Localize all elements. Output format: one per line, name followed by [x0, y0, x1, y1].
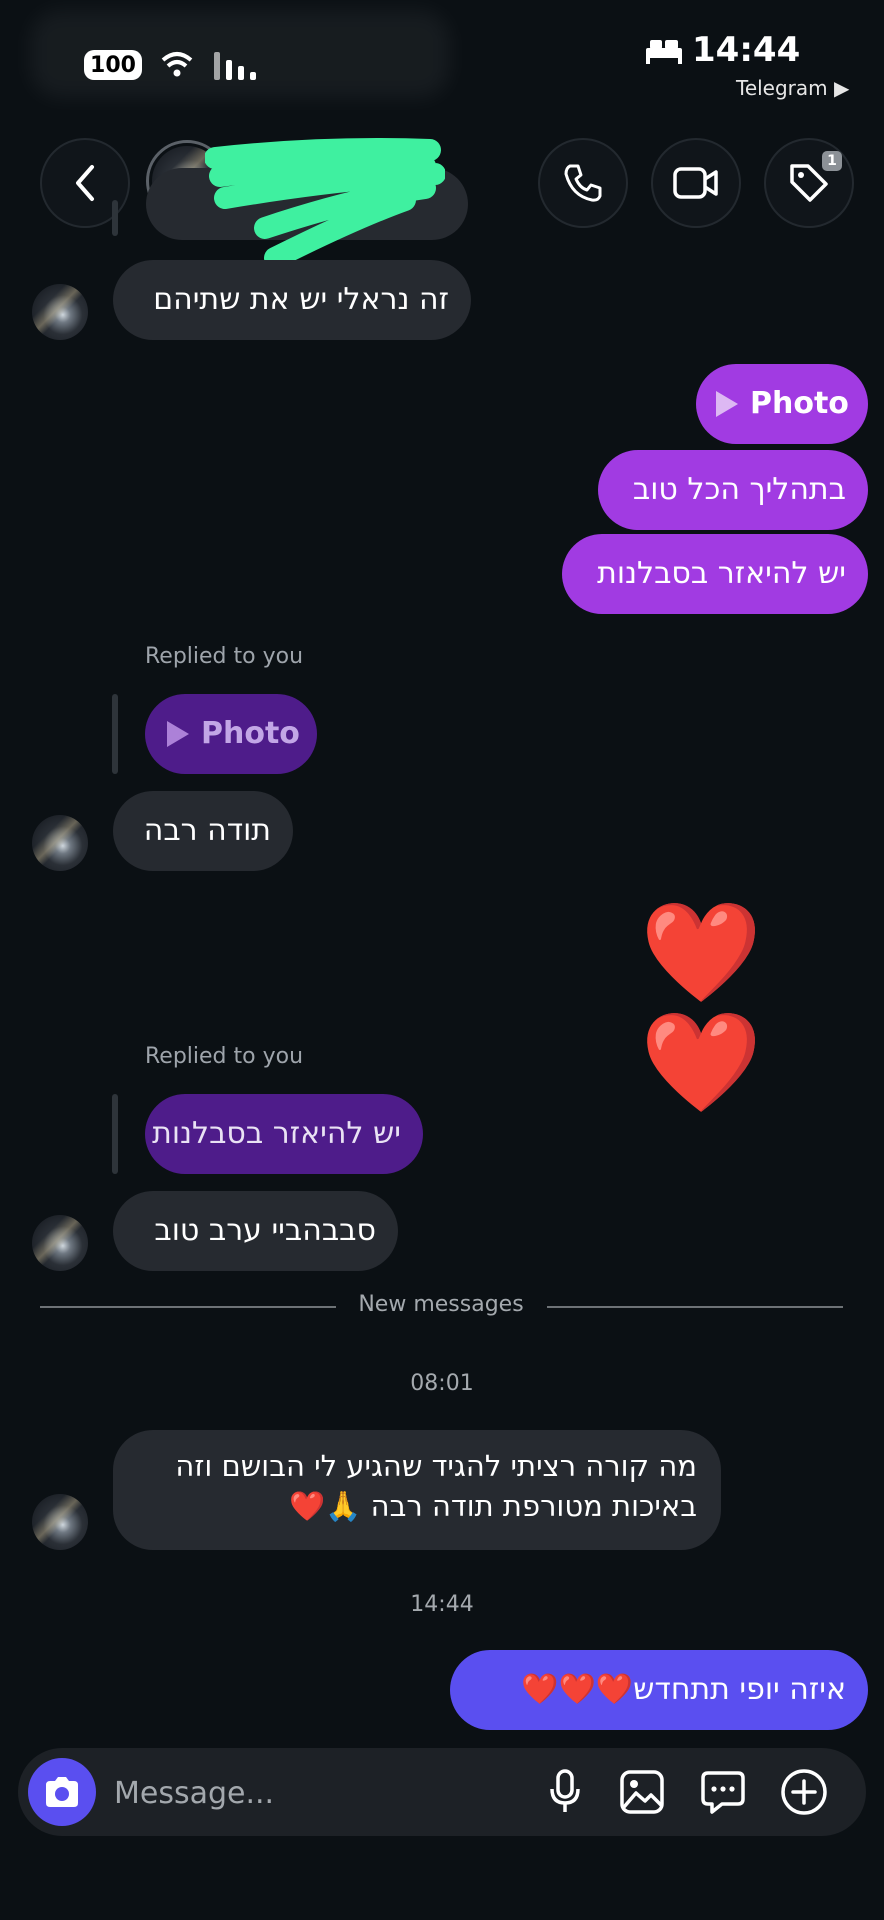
incoming-message[interactable]: תודה רבה [113, 791, 293, 871]
hearts-message[interactable]: ❤️❤️ [640, 898, 884, 1118]
sender-avatar [32, 1494, 88, 1550]
message-input[interactable] [112, 1766, 516, 1820]
back-to-app-link[interactable]: Telegram ▶ [736, 76, 849, 100]
reply-indicator [112, 1094, 118, 1174]
video-camera-icon [673, 167, 718, 199]
microphone-icon [550, 1769, 580, 1812]
camera-button[interactable] [28, 1758, 96, 1826]
incoming-message[interactable]: מה קורה רציתי להגיד שהגיע לי הבושם וזה ב… [113, 1430, 721, 1550]
outgoing-message[interactable]: יש להיאזר בסבלנות [562, 534, 868, 614]
quoted-photo[interactable]: Photo [145, 694, 317, 774]
play-icon [716, 391, 738, 417]
battery-indicator: 100 [84, 50, 142, 80]
video-call-button[interactable] [651, 138, 741, 228]
reply-indicator [112, 694, 118, 774]
sticker-button[interactable] [693, 1762, 753, 1822]
sender-avatar [32, 284, 88, 340]
bed-icon [646, 40, 682, 64]
sender-avatar [32, 1215, 88, 1271]
photo-chip: Photo [716, 384, 849, 424]
new-messages-divider-left [40, 1306, 336, 1308]
timestamp: 08:01 [410, 1371, 474, 1396]
play-icon [167, 721, 189, 747]
gallery-button[interactable] [612, 1762, 672, 1822]
reply-indicator [112, 200, 118, 236]
phone-icon [564, 164, 602, 202]
new-messages-divider-right [547, 1306, 843, 1308]
plus-circle-icon [781, 1769, 827, 1815]
tag-badge: 1 [822, 151, 842, 171]
outgoing-message[interactable]: בתהליך הכל טוב [598, 450, 868, 530]
outgoing-photo-message[interactable]: Photo [696, 364, 868, 444]
message-line: באיכות מטורפת תודה רבה 🙏❤️ [289, 1489, 697, 1523]
outgoing-message[interactable]: איזה יופי תתחדש❤️❤️❤️ [450, 1650, 868, 1730]
chevron-left-icon [76, 165, 94, 201]
microphone-button[interactable] [535, 1762, 595, 1822]
quoted-message[interactable]: יש להיאזר בסבלנות [145, 1094, 423, 1174]
incoming-message[interactable]: זה נראלי יש את שתיהם [113, 260, 471, 340]
message-line: מה קורה רציתי להגיד שהגיע לי הבושם וזה [175, 1449, 697, 1483]
redaction-scribble [205, 138, 445, 268]
camera-icon [46, 1777, 78, 1807]
wifi-icon [161, 52, 193, 77]
status-time: 14:44 [692, 30, 801, 70]
chat-bubble-icon [701, 1771, 745, 1814]
signal-icon [214, 52, 256, 80]
incoming-message[interactable]: סבבהביי ערב טוב [113, 1191, 398, 1271]
new-messages-label: New messages [358, 1292, 524, 1317]
sender-avatar [32, 815, 88, 871]
photo-chip: Photo [167, 714, 300, 754]
add-button[interactable] [774, 1762, 834, 1822]
call-button[interactable] [538, 138, 628, 228]
image-icon [620, 1770, 664, 1814]
replied-label: Replied to you [145, 644, 304, 669]
replied-label: Replied to you [145, 1044, 304, 1069]
timestamp: 14:44 [410, 1592, 474, 1617]
